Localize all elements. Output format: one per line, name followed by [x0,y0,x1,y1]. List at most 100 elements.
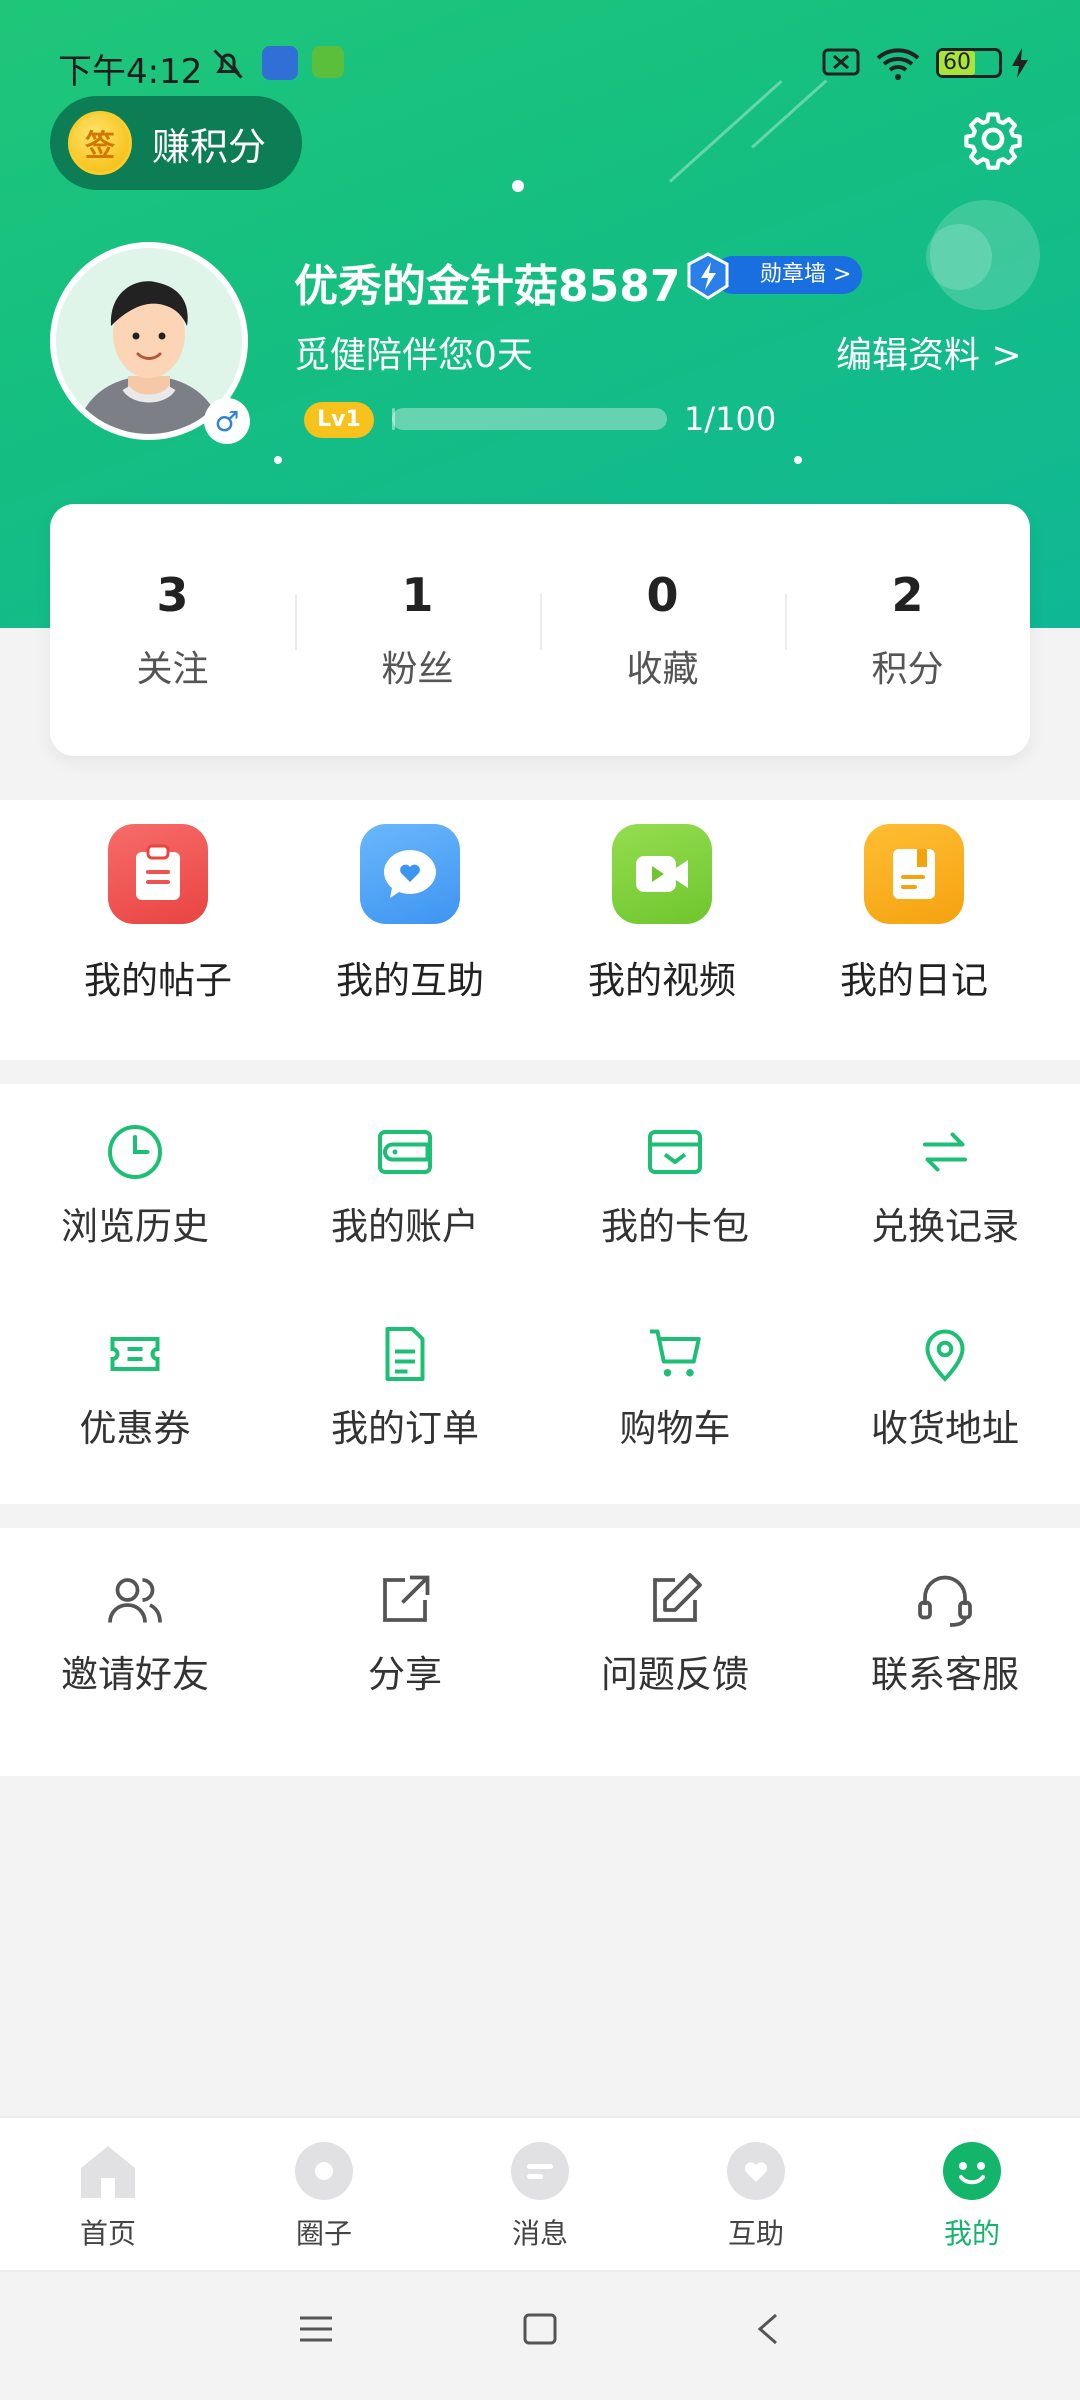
cart-icon [650,1329,701,1377]
back-icon[interactable] [752,2312,782,2346]
android-notification-icon [312,46,344,78]
feedback-icon [653,1573,702,1622]
status-time: 下午4:12 [58,52,203,92]
my-posts-button[interactable]: 我的帖子 [32,800,284,1060]
earn-points-button[interactable]: 签 赚积分 [50,96,302,190]
tab-messages[interactable]: 消息 [432,2118,648,2270]
service-label: 我的卡包 [601,1205,749,1248]
charging-icon [1012,48,1028,78]
coupons-button[interactable]: 优惠券 [0,1324,270,1452]
settings-gear-icon[interactable] [962,108,1024,170]
decor-dot [274,456,282,464]
video-icon [612,824,712,924]
gender-male-icon: ♂ [204,398,250,444]
exchange-icon [923,1132,967,1172]
tab-home[interactable]: 首页 [0,2118,216,2270]
more-label: 邀请好友 [61,1653,209,1696]
quick-action-label: 我的帖子 [84,959,232,1002]
coupon-icon [110,1337,160,1371]
my-help-button[interactable]: 我的互助 [284,800,536,1060]
coin-icon: 签 [68,111,132,175]
level-progress-bar [392,408,667,430]
tab-label: 首页 [79,2217,136,2250]
more-grid: 邀请好友 分享 问题反馈 联系客服 [0,1528,1080,1776]
wifi-icon [876,48,920,80]
medal-wall-label: 勋章墙 > [714,256,862,294]
location-icon [925,1329,965,1382]
app-notification-icon [262,46,298,80]
decor-dot [512,180,524,192]
battery-icon: 60 [936,48,1002,78]
medal-wall-button[interactable]: 勋章墙 > [684,252,862,300]
service-label: 购物车 [619,1407,731,1450]
circle-icon [295,2142,353,2200]
stat-points[interactable]: 2 积分 [785,568,1030,692]
companion-days: 觅健陪伴您0天 [294,335,533,376]
shopping-cart-button[interactable]: 购物车 [540,1324,810,1452]
quick-action-label: 我的互助 [336,959,484,1002]
quick-action-label: 我的视频 [588,959,736,1002]
exchange-records-button[interactable]: 兑换记录 [810,1122,1080,1250]
battery-level: 60 [939,51,975,75]
username: 优秀的金针菇8587 [294,261,681,312]
more-label: 问题反馈 [601,1653,749,1696]
invite-icon [108,1578,162,1623]
home-nav-icon[interactable] [522,2312,558,2346]
lightning-badge-icon [687,252,729,300]
service-label: 浏览历史 [61,1205,209,1248]
level-progress-fill [392,408,395,430]
browse-history-button[interactable]: 浏览历史 [0,1122,270,1250]
edit-profile-link[interactable]: 编辑资料 > [836,326,1022,378]
decor-bubble [926,224,992,290]
stat-value: 1 [401,568,434,622]
service-label: 收货地址 [871,1407,1019,1450]
bottom-tab-bar: 首页 圈子 消息 互助 我的 [0,2116,1080,2270]
tab-label: 互助 [727,2217,784,2250]
stat-label: 关注 [136,649,209,690]
stat-label: 粉丝 [381,649,454,690]
my-card-wallet-button[interactable]: 我的卡包 [540,1122,810,1250]
stat-value: 2 [891,568,924,622]
headset-icon [918,1575,972,1627]
order-icon [385,1327,425,1381]
stat-value: 0 [646,568,679,622]
stat-favorites[interactable]: 0 收藏 [540,568,785,692]
tab-me[interactable]: 我的 [864,2118,1080,2270]
more-label: 联系客服 [871,1653,1019,1696]
card-wallet-icon [648,1130,702,1174]
my-video-button[interactable]: 我的视频 [536,800,788,1060]
stats-card: 3 关注 1 粉丝 0 收藏 2 积分 [50,504,1030,756]
shipping-address-button[interactable]: 收货地址 [810,1324,1080,1452]
earn-points-label: 赚积分 [152,124,267,169]
help-icon [360,824,460,924]
my-orders-button[interactable]: 我的订单 [270,1324,540,1452]
tab-circle[interactable]: 圈子 [216,2118,432,2270]
share-icon [383,1575,430,1622]
posts-icon [108,824,208,924]
decor-dot [794,456,802,464]
stat-label: 收藏 [626,649,699,690]
quick-action-label: 我的日记 [840,959,988,1002]
home-icon [81,2146,135,2198]
share-button[interactable]: 分享 [270,1570,540,1698]
stat-following[interactable]: 3 关注 [50,568,295,692]
system-navigation-bar [0,2270,1080,2400]
my-diary-button[interactable]: 我的日记 [788,800,1040,1060]
customer-service-button[interactable]: 联系客服 [810,1570,1080,1698]
stat-fans[interactable]: 1 粉丝 [295,568,540,692]
menu-icon[interactable] [298,2312,334,2346]
feedback-button[interactable]: 问题反馈 [540,1570,810,1698]
service-label: 兑换记录 [871,1205,1019,1248]
service-label: 我的账户 [331,1205,479,1248]
tab-label: 圈子 [295,2217,352,2250]
stat-value: 3 [156,568,189,622]
invite-friends-button[interactable]: 邀请好友 [0,1570,270,1698]
me-icon [943,2142,1001,2200]
no-sim-icon [822,48,860,76]
tab-label: 消息 [511,2217,568,2250]
wallet-icon [378,1130,432,1174]
level-progress-text: 1/100 [684,400,777,438]
my-account-button[interactable]: 我的账户 [270,1122,540,1250]
tab-mutual-help[interactable]: 互助 [648,2118,864,2270]
message-icon [511,2142,569,2200]
